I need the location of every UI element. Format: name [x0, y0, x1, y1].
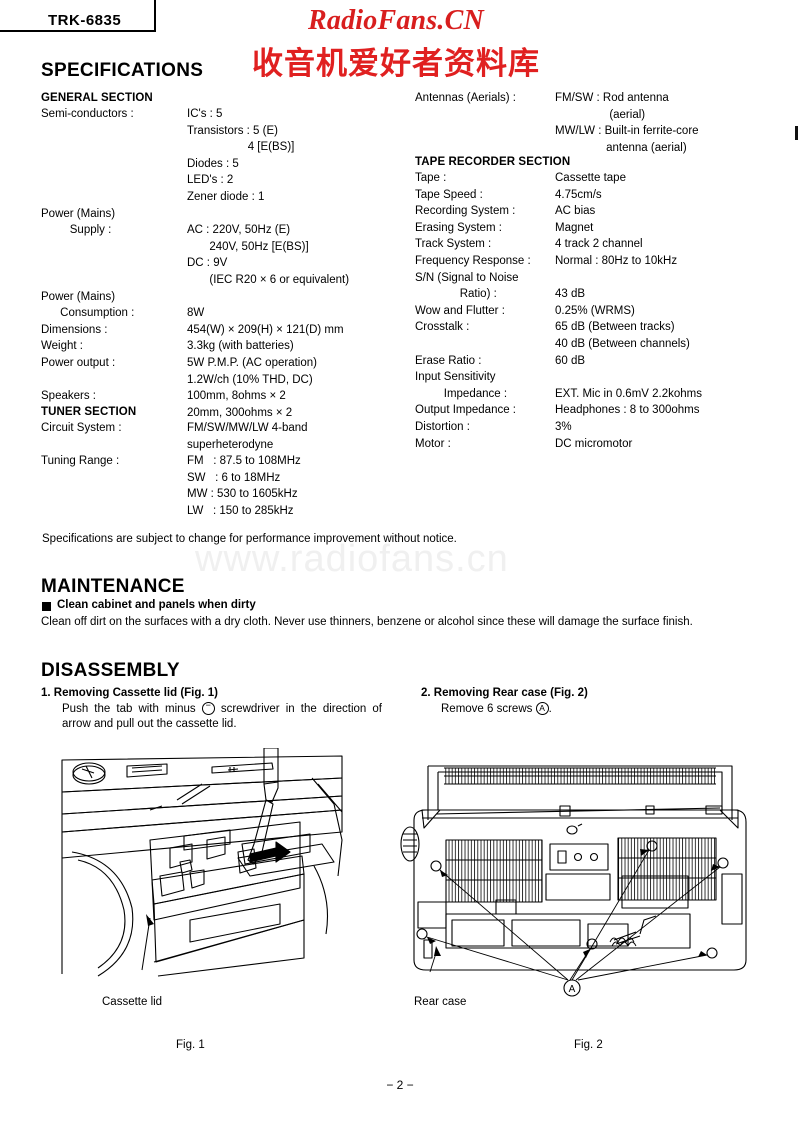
bullet-square-icon — [42, 602, 51, 611]
tuner-section-heading: TUNER SECTION — [41, 406, 137, 418]
spec-label: Crosstalk : — [415, 321, 470, 334]
spec-value: Headphones : 8 to 300ohms — [555, 404, 700, 417]
spec-value: superheterodyne — [187, 438, 274, 451]
spec-value: 454(W) × 209(H) × 121(D) mm — [187, 323, 344, 336]
spec-value: SW : 6 to 18MHz — [187, 471, 281, 484]
spec-value: FM : 87.5 to 108MHz — [187, 455, 301, 468]
disassembly-step1-title: 1. Removing Cassette lid (Fig. 1) — [41, 687, 219, 699]
spec-label: Erasing System : — [415, 221, 502, 234]
page: TRK-6835 RadioFans.CN 收音机爱好者资料库 SPECIFIC… — [0, 0, 800, 1130]
figure-1-illustration — [42, 748, 362, 988]
spec-value: Diodes : 5 — [187, 157, 239, 170]
spec-value: (aerial) — [555, 108, 646, 121]
spec-label: Tape Speed : — [415, 188, 483, 201]
spec-value: DC : 9V — [187, 257, 228, 270]
spec-value: Zener diode : 1 — [187, 191, 265, 203]
spec-value: Normal : 80Hz to 10kHz — [555, 255, 678, 267]
tape-recorder-section-heading: TAPE RECORDER SECTION — [415, 156, 571, 168]
spec-label: Tuning Range : — [41, 455, 120, 468]
spec-label: Input Sensitivity — [415, 371, 496, 384]
spec-label: Circuit System : — [41, 422, 122, 434]
spec-value: LW : 150 to 285kHz — [187, 505, 294, 517]
spec-value: 100mm, 8ohms × 2 — [187, 390, 286, 403]
spec-value: 43 dB — [555, 288, 586, 301]
spec-value: AC : 220V, 50Hz (E) — [187, 224, 291, 237]
figure-2-callout-label: Rear case — [414, 996, 467, 1008]
maintenance-body: Clean off dirt on the surfaces with a dr… — [41, 616, 693, 628]
spec-label: Power output : — [41, 357, 116, 369]
spec-label: Tape : — [415, 172, 447, 184]
figure-1-callout-label: Cassette lid — [102, 996, 163, 1008]
spec-value: 4.75cm/s — [555, 188, 602, 201]
spec-value: IC's : 5 — [187, 108, 223, 120]
spec-value: 4 track 2 channel — [555, 238, 643, 251]
spec-value: Transistors : 5 (E) — [187, 124, 278, 137]
spec-value: MW/LW : Built-in ferrite-core — [555, 125, 699, 138]
spec-value: 1.2W/ch (10% THD, DC) — [187, 373, 313, 386]
spec-value: 20mm, 300ohms × 2 — [187, 406, 293, 419]
spec-value: 8W — [187, 307, 205, 320]
spec-value: 4 [E(BS)] — [187, 141, 295, 154]
page-number: − 2 − — [386, 1078, 414, 1092]
disassembly-step2-title: 2. Removing Rear case (Fig. 2) — [421, 687, 588, 699]
spec-value: 65 dB (Between tracks) — [555, 321, 675, 334]
spec-label: Frequency Response : — [415, 255, 531, 267]
spec-label: Supply : — [41, 224, 112, 237]
spec-value: antenna (aerial) — [555, 141, 687, 154]
watermark-latin: RadioFans.CN — [308, 5, 484, 36]
spec-label: Semi-conductors : — [41, 108, 134, 120]
watermark-faint: www.radiofans.cn — [195, 538, 509, 580]
spec-value: EXT. Mic in 0.6mV 2.2kohms — [555, 387, 702, 400]
spec-value: 5W P.M.P. (AC operation) — [187, 357, 317, 369]
spec-label: Recording System : — [415, 205, 516, 218]
spec-label: Consumption : — [41, 307, 135, 320]
model-number: TRK-6835 — [48, 12, 122, 29]
spec-value: MW : 530 to 1605kHz — [187, 488, 298, 501]
figure-2-caption: Fig. 2 — [574, 1039, 603, 1051]
spec-value: LED's : 2 — [187, 174, 234, 187]
spec-value: 3.3kg (with batteries) — [187, 340, 294, 353]
spec-label: Motor : — [415, 437, 451, 450]
maintenance-heading: MAINTENANCE — [41, 576, 185, 597]
general-section-heading: GENERAL SECTION — [41, 92, 153, 104]
watermark-cjk: 收音机爱好者资料库 — [252, 46, 540, 82]
spec-value: 40 dB (Between channels) — [555, 338, 690, 350]
spec-value: 240V, 50Hz [E(BS)] — [187, 240, 309, 253]
spec-label: Speakers : — [41, 390, 96, 403]
figure-1-caption: Fig. 1 — [176, 1039, 205, 1051]
spec-label: Distortion : — [415, 421, 470, 433]
specifications-heading: SPECIFICATIONS — [41, 60, 204, 81]
spec-label: Dimensions : — [41, 323, 108, 336]
disassembly-step2-body: Remove 6 screws A. — [441, 702, 552, 716]
spec-label: Output Impedance : — [415, 404, 517, 417]
spec-label: Wow and Flutter : — [415, 304, 505, 317]
spec-label: Impedance : — [415, 387, 508, 400]
spec-label: Weight : — [41, 340, 83, 353]
spec-value: Magnet — [555, 221, 594, 234]
spec-label: Antennas (Aerials) : — [415, 92, 516, 104]
spec-value: Cassette tape — [555, 172, 626, 184]
spec-label: Ratio) : — [415, 288, 497, 301]
spec-value: 60 dB — [555, 354, 586, 367]
spec-value: (IEC R20 × 6 or equivalent) — [187, 274, 350, 286]
screw-a-icon: A — [535, 702, 549, 716]
edge-registration-mark — [795, 126, 798, 140]
spec-label: S/N (Signal to Noise — [415, 271, 519, 284]
figure-2-illustration: A — [400, 748, 760, 998]
screw-label-a: A — [569, 984, 576, 995]
spec-value: DC micromotor — [555, 437, 633, 450]
spec-label: Power (Mains) — [41, 290, 116, 303]
spec-label: Erase Ratio : — [415, 354, 482, 367]
spec-value: FM/SW/MW/LW 4-band — [187, 422, 308, 434]
spec-value: AC bias — [555, 205, 596, 218]
spec-label: Power (Mains) — [41, 207, 116, 220]
spec-value: 0.25% (WRMS) — [555, 304, 635, 317]
spec-label: Track System : — [415, 238, 492, 251]
maintenance-subtitle: Clean cabinet and panels when dirty — [57, 599, 256, 611]
disassembly-heading: DISASSEMBLY — [41, 660, 180, 681]
disassembly-step1-body: Push the tab with minus − screwdriver in… — [62, 700, 382, 730]
minus-screwdriver-icon: − — [201, 701, 215, 716]
spec-value: FM/SW : Rod antenna — [555, 92, 669, 104]
spec-value: 3% — [555, 421, 572, 433]
